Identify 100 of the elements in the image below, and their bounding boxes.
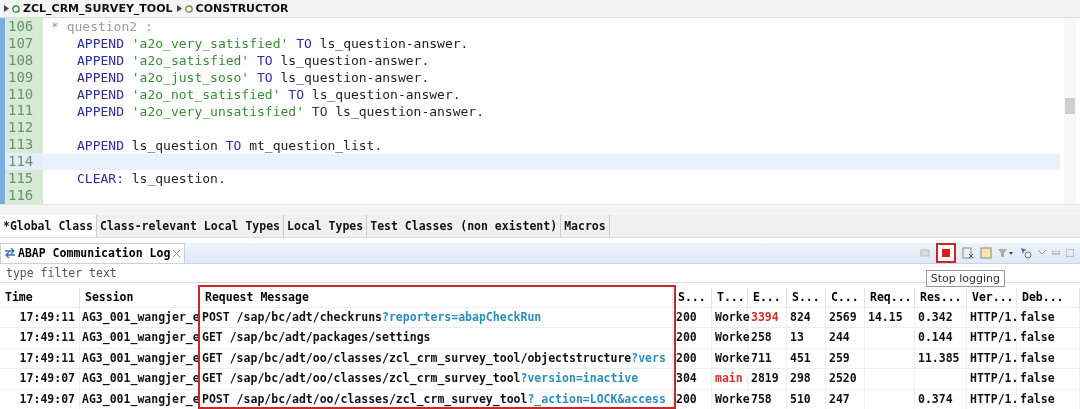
- table-cell: 200: [673, 306, 712, 327]
- view-menu-button[interactable]: [1038, 249, 1046, 256]
- arrows-icon: [5, 248, 15, 259]
- scroll-thumb[interactable]: [1065, 97, 1075, 114]
- column-header[interactable]: Session: [80, 287, 200, 307]
- column-header[interactable]: S...: [787, 287, 826, 307]
- column-header[interactable]: Request Message: [200, 287, 673, 307]
- table-cell: false: [1017, 368, 1080, 389]
- table-cell: HTTP/1.: [967, 368, 1017, 389]
- table-cell: false: [1017, 388, 1080, 409]
- table-cell: 247: [826, 388, 865, 409]
- table-cell: 244: [826, 327, 865, 348]
- code-line: APPEND 'a2o_just_soso' TO ls_question-answer.: [77, 68, 430, 86]
- line-number: 115: [7, 170, 35, 188]
- code-line: APPEND 'a2o_satisfied' TO ls_question-answer.: [77, 51, 430, 69]
- maximize-button[interactable]: [1066, 248, 1074, 257]
- table-cell: 200: [673, 347, 712, 368]
- table-cell: 0.342: [915, 306, 967, 327]
- table-cell: 17:49:07: [0, 368, 80, 389]
- column-header[interactable]: Res...: [915, 287, 967, 307]
- code-line: APPEND 'a2o_not_satisfied' TO ls_question-answer.: [77, 85, 461, 103]
- minimize-icon: [1052, 250, 1060, 255]
- table-cell: AG3_001_wangjer_e: [80, 368, 200, 389]
- table-cell: Worke: [712, 347, 748, 368]
- table-cell: 14.15: [865, 306, 915, 327]
- table-cell: 17:49:11: [0, 306, 80, 327]
- code-line: APPEND 'a2o_very_satisfied' TO ls_question-answer.: [77, 34, 469, 52]
- table-cell: GET /sap/bc/adt/oo/classes/zcl_crm_survey_tool/objectstructure?vers: [200, 347, 673, 368]
- table-cell: 200: [673, 327, 712, 348]
- table-cell: false: [1017, 347, 1080, 368]
- table-cell: 259: [826, 347, 865, 368]
- export-button[interactable]: [980, 246, 992, 259]
- caret-icon: [4, 4, 9, 12]
- breadcrumb-item[interactable]: CONSTRUCTOR: [176, 1, 289, 15]
- column-header[interactable]: E...: [748, 287, 787, 307]
- table-cell: 758: [748, 388, 787, 409]
- column-header[interactable]: C...: [826, 287, 865, 307]
- table-cell: AG3_001_wangjer_e: [80, 347, 200, 368]
- table-cell: 2520: [826, 368, 865, 389]
- column-header[interactable]: T...: [712, 287, 748, 307]
- column-header[interactable]: Deb...: [1017, 287, 1080, 307]
- table-cell: 17:49:11: [0, 347, 80, 368]
- table-cell: Worke: [712, 327, 748, 348]
- breadcrumb-item[interactable]: ZCL_CRM_SURVEY_TOOL: [4, 1, 173, 15]
- line-number: 110: [7, 85, 35, 103]
- line-number: 112: [7, 119, 35, 137]
- filter-button[interactable]: [998, 247, 1014, 258]
- funnel-icon: [998, 247, 1014, 258]
- clear-button[interactable]: [962, 246, 974, 259]
- table-cell: HTTP/1.: [967, 327, 1017, 348]
- stop-icon: [942, 248, 950, 257]
- table-cell: 824: [787, 306, 826, 327]
- maximize-icon: [1066, 248, 1074, 257]
- table-cell: main: [712, 368, 748, 389]
- code-line: CLEAR: ls_question.: [77, 170, 226, 188]
- close-icon[interactable]: [173, 249, 181, 257]
- table-cell: false: [1017, 327, 1080, 348]
- editor-tab[interactable]: Test Classes (non existent): [367, 214, 562, 237]
- table-cell: 3394: [748, 306, 787, 327]
- document-icon: [980, 246, 992, 259]
- editor-tab[interactable]: Class-relevant Local Types: [97, 214, 285, 237]
- table-cell: 17:49:07: [0, 388, 80, 409]
- table-cell: 258: [748, 327, 787, 348]
- table-cell: 298: [787, 368, 826, 389]
- start-icon[interactable]: [920, 247, 930, 258]
- code-line: * question2 :: [51, 17, 153, 35]
- line-number: 109: [7, 68, 35, 86]
- method-icon: [184, 3, 193, 13]
- line-number: 116: [7, 187, 35, 204]
- table-cell: GET /sap/bc/adt/packages/settings: [200, 327, 673, 348]
- table-cell: HTTP/1.: [967, 388, 1017, 409]
- column-header[interactable]: Req...: [865, 287, 915, 307]
- table-cell: Worke: [712, 388, 748, 409]
- line-number: 107: [7, 34, 35, 52]
- table-cell: 711: [748, 347, 787, 368]
- table-cell: 11.385: [915, 347, 967, 368]
- scrollbar[interactable]: [1064, 17, 1076, 204]
- column-header[interactable]: Time: [0, 287, 80, 307]
- table-cell: POST /sap/bc/adt/checkruns?reporters=abapCheckRun: [200, 306, 673, 327]
- editor-tab[interactable]: *Global Class: [0, 214, 97, 237]
- table-cell: 510: [787, 388, 826, 409]
- cursor-icon: [1020, 246, 1032, 259]
- editor-tab[interactable]: Macros: [561, 214, 610, 237]
- minimize-button[interactable]: [1052, 250, 1060, 255]
- stop-button[interactable]: [936, 242, 956, 263]
- table-cell: 0.374: [915, 388, 967, 409]
- code-line: APPEND ls_question TO mt_question_list.: [77, 136, 383, 154]
- table-cell: false: [1017, 306, 1080, 327]
- table-cell: 17:49:11: [0, 327, 80, 348]
- column-header[interactable]: S...: [673, 287, 712, 307]
- caret-icon: [176, 4, 182, 12]
- table-cell: HTTP/1.: [967, 347, 1017, 368]
- navigate-button[interactable]: [1020, 246, 1032, 259]
- column-header[interactable]: Ver...: [967, 287, 1017, 307]
- code-line: APPEND 'a2o_very_unsatisfied' TO ls_question-answer.: [77, 102, 484, 120]
- table-cell: 2819: [748, 368, 787, 389]
- table-cell: 200: [673, 388, 712, 409]
- horizontal-scrollbar[interactable]: [0, 205, 1080, 215]
- table-cell: 451: [787, 347, 826, 368]
- view-tab[interactable]: ABAP Communication Log: [0, 242, 186, 263]
